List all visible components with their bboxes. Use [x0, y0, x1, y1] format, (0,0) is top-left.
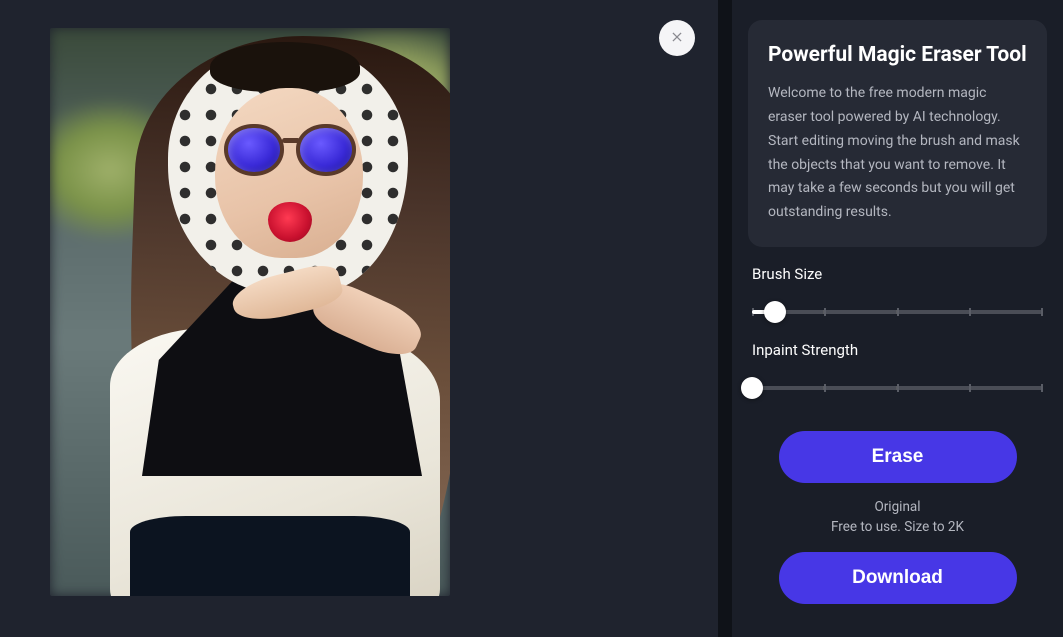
tool-title: Powerful Magic Eraser Tool — [768, 42, 1027, 68]
action-buttons: Erase Original Free to use. Size to 2K D… — [748, 431, 1047, 604]
inpaint-strength-label: Inpaint Strength — [752, 341, 1043, 359]
tool-description: Welcome to the free modern magic eraser … — [768, 82, 1027, 225]
erase-button[interactable]: Erase — [779, 431, 1017, 483]
tool-info-card: Powerful Magic Eraser Tool Welcome to th… — [748, 20, 1047, 247]
inpaint-slider-thumb[interactable] — [741, 377, 763, 399]
meta-original: Original — [831, 497, 964, 517]
brush-size-slider[interactable] — [752, 301, 1043, 323]
panel-divider — [718, 0, 732, 637]
brush-slider-thumb[interactable] — [764, 301, 786, 323]
inpaint-strength-control: Inpaint Strength — [748, 341, 1047, 399]
meta-usage: Free to use. Size to 2K — [831, 517, 964, 537]
inpaint-strength-slider[interactable] — [752, 377, 1043, 399]
brush-size-label: Brush Size — [752, 265, 1043, 283]
edited-photo — [50, 28, 450, 596]
close-button[interactable] — [659, 20, 695, 56]
download-meta: Original Free to use. Size to 2K — [831, 497, 964, 538]
brush-size-control: Brush Size — [748, 265, 1047, 323]
editor-canvas-area — [0, 0, 718, 637]
tool-side-panel: Powerful Magic Eraser Tool Welcome to th… — [732, 0, 1063, 637]
close-icon — [670, 29, 684, 48]
download-button[interactable]: Download — [779, 552, 1017, 604]
image-canvas[interactable] — [50, 28, 450, 596]
